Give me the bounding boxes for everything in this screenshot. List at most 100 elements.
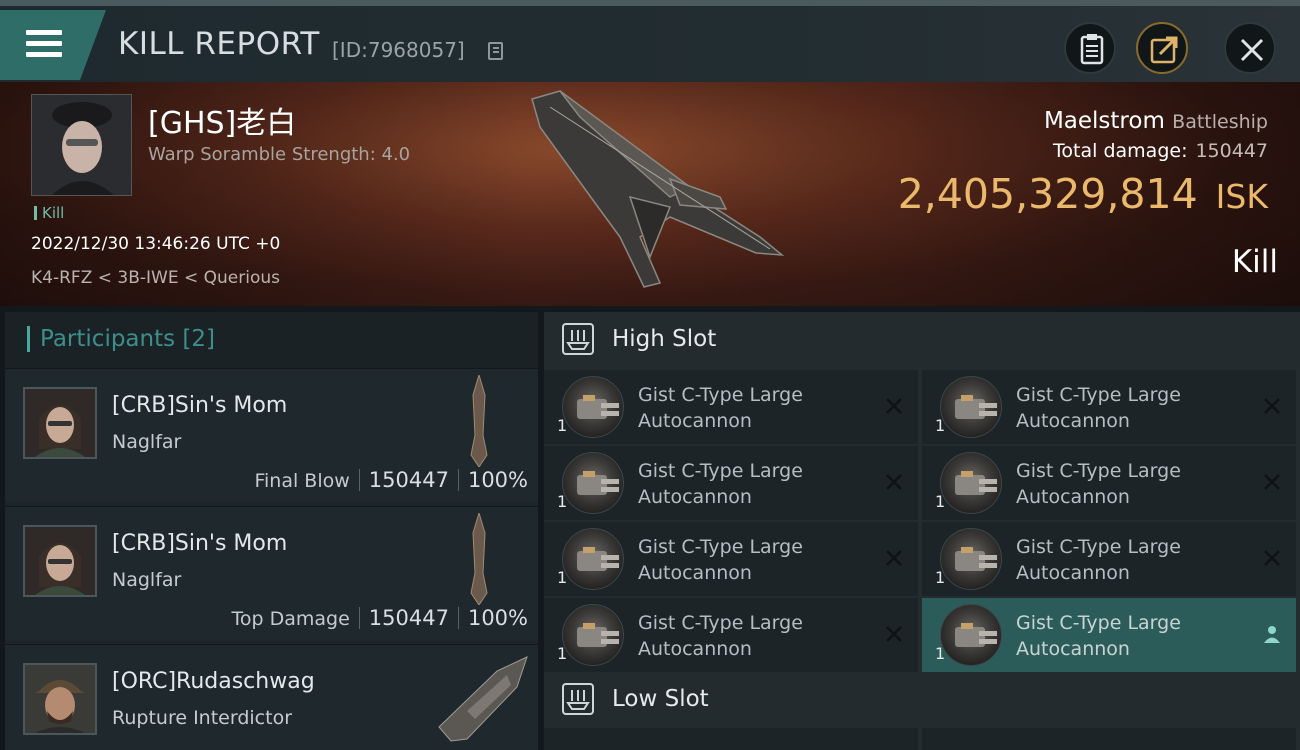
module-name-line1: Gist C-Type Large <box>638 536 803 558</box>
total-damage: Total damage: 150447 <box>1053 140 1268 162</box>
module-name: Gist C-Type Large Autocannon <box>1016 610 1246 662</box>
clipboard-icon <box>1080 34 1104 65</box>
participant-role: Final Blow <box>254 470 350 492</box>
module-name: Gist C-Type Large Autocannon <box>638 534 868 586</box>
module-quantity: 1 <box>935 568 946 587</box>
high-slot-icon <box>562 323 594 355</box>
autocannon-icon <box>562 452 624 514</box>
page-title: KILL REPORT <box>118 26 320 62</box>
module-card[interactable]: 1 Gist C-Type Large Autocannon <box>544 446 918 520</box>
participant-avatar[interactable] <box>23 663 97 735</box>
destroyed-x-icon <box>884 472 904 492</box>
module-name-line2: Autocannon <box>1016 410 1130 432</box>
destroyed-x-icon <box>1262 396 1282 416</box>
participants-title: Participants [2] <box>40 326 216 352</box>
copy-id-icon[interactable] <box>488 42 503 60</box>
module-name-line1: Gist C-Type Large <box>1016 612 1181 634</box>
participant-card[interactable]: [CRB]Sin's Mom Naglfar Top Damage 150447 1… <box>5 506 538 640</box>
module-name-line1: Gist C-Type Large <box>1016 384 1181 406</box>
module-quantity: 1 <box>935 416 946 435</box>
participant-name[interactable]: [ORC]Rudaschwag <box>112 669 315 694</box>
close-button[interactable] <box>1224 22 1276 74</box>
victim-name[interactable]: [GHS]老白 <box>148 98 296 142</box>
module-name-line1: Gist C-Type Large <box>1016 460 1181 482</box>
participant-ship-image <box>470 375 488 467</box>
participant-name[interactable]: [CRB]Sin's Mom <box>112 393 287 418</box>
autocannon-icon <box>940 452 1002 514</box>
participants-panel: Participants [2] [CRB]Sin's Mom Naglfar … <box>5 312 538 750</box>
victim-ship-class: Battleship <box>1172 111 1268 133</box>
module-card[interactable]: 1 Gist C-Type Large Autocannon <box>544 370 918 444</box>
participant-avatar[interactable] <box>23 387 97 459</box>
module-card[interactable] <box>544 728 918 750</box>
isk-amount: 2,405,329,814 <box>897 170 1198 218</box>
module-quantity: 1 <box>935 492 946 511</box>
participant-avatar[interactable] <box>23 525 97 597</box>
low-slot-header: Low Slot <box>544 672 1300 728</box>
clipboard-button[interactable] <box>1064 22 1116 74</box>
module-card[interactable]: 1 Gist C-Type Large Autocannon <box>922 446 1296 520</box>
module-card[interactable]: 1 Gist C-Type Large Autocannon <box>922 598 1296 672</box>
module-name: Gist C-Type Large Autocannon <box>638 610 868 662</box>
participant-ship: Rupture Interdictor <box>112 707 292 729</box>
module-card[interactable] <box>922 728 1296 750</box>
participant-stats: Final Blow 150447 100% <box>254 468 528 492</box>
module-card[interactable]: 1 Gist C-Type Large Autocannon <box>544 598 918 672</box>
module-name-line2: Autocannon <box>1016 638 1130 660</box>
module-name-line2: Autocannon <box>638 486 752 508</box>
module-name-line1: Gist C-Type Large <box>638 612 803 634</box>
participant-ship: Naglfar <box>112 569 182 591</box>
participant-percent: 100% <box>467 468 528 492</box>
participant-name[interactable]: [CRB]Sin's Mom <box>112 531 287 556</box>
kill-tag: Kill <box>34 204 64 222</box>
total-damage-label: Total damage: <box>1053 140 1188 162</box>
share-button[interactable] <box>1136 22 1188 74</box>
person-icon[interactable] <box>1262 624 1282 644</box>
header-bar: KILL REPORT [ID:7968057] <box>0 0 1300 82</box>
module-name-line2: Autocannon <box>638 638 752 660</box>
module-card[interactable]: 1 Gist C-Type Large Autocannon <box>922 522 1296 596</box>
high-slot-title: High Slot <box>612 326 717 352</box>
module-name-line2: Autocannon <box>1016 486 1130 508</box>
autocannon-icon <box>562 528 624 590</box>
autocannon-icon <box>562 376 624 438</box>
destroyed-x-icon <box>1262 548 1282 568</box>
participant-card[interactable]: [ORC]Rudaschwag Rupture Interdictor <box>5 644 538 750</box>
kill-location[interactable]: K4-RFZ < 3B-IWE < Querious <box>31 268 280 288</box>
kill-banner: [GHS]老白 Warp Soramble Strength: 4.0 Kill… <box>0 82 1300 306</box>
participant-ship-image <box>470 513 488 605</box>
participant-percent: 100% <box>467 606 528 630</box>
isk-unit: ISK <box>1215 177 1268 216</box>
module-name: Gist C-Type Large Autocannon <box>1016 458 1246 510</box>
victim-ship: Maelstrom Battleship <box>1044 108 1268 134</box>
menu-button[interactable] <box>0 10 106 80</box>
module-quantity: 1 <box>557 568 568 587</box>
participant-ship-image <box>438 656 528 742</box>
high-slot-header: High Slot <box>544 312 1300 368</box>
victim-ship-name[interactable]: Maelstrom <box>1044 108 1165 134</box>
destroyed-x-icon <box>884 624 904 644</box>
module-quantity: 1 <box>557 416 568 435</box>
module-card[interactable]: 1 Gist C-Type Large Autocannon <box>922 370 1296 444</box>
victim-subtitle: Warp Soramble Strength: 4.0 <box>148 144 411 165</box>
module-name: Gist C-Type Large Autocannon <box>638 382 868 434</box>
module-name-line2: Autocannon <box>1016 562 1130 584</box>
victim-ship-image[interactable] <box>520 87 790 297</box>
victim-avatar[interactable] <box>31 94 132 196</box>
participant-damage: 150447 <box>368 468 449 492</box>
low-slot-title: Low Slot <box>612 686 709 712</box>
destroyed-x-icon <box>884 396 904 416</box>
participant-stats: Top Damage 150447 100% <box>232 606 529 630</box>
participant-role: Top Damage <box>231 608 350 630</box>
autocannon-icon <box>562 604 624 666</box>
module-quantity: 1 <box>557 492 568 511</box>
destroyed-x-icon <box>884 548 904 568</box>
autocannon-icon <box>940 376 1002 438</box>
module-name-line2: Autocannon <box>638 410 752 432</box>
share-icon <box>1150 36 1178 64</box>
participant-card[interactable]: [CRB]Sin's Mom Naglfar Final Blow 150447 1… <box>5 368 538 502</box>
module-quantity: 1 <box>935 644 946 663</box>
module-name: Gist C-Type Large Autocannon <box>1016 534 1246 586</box>
module-card[interactable]: 1 Gist C-Type Large Autocannon <box>544 522 918 596</box>
module-name-line2: Autocannon <box>638 562 752 584</box>
